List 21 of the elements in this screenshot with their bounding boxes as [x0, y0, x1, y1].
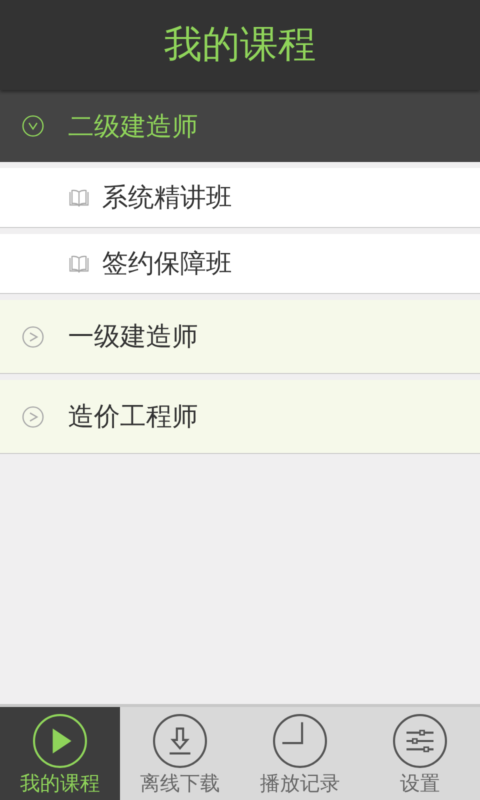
chevron-right-icon	[22, 406, 44, 428]
book-icon	[69, 254, 89, 272]
clock-icon	[273, 714, 327, 768]
course-label: 系统精讲班	[102, 181, 232, 214]
download-icon	[153, 714, 207, 768]
page-title: 我的课程	[164, 22, 316, 68]
chevron-down-icon	[22, 115, 44, 137]
settings-icon	[393, 714, 447, 768]
course-label: 签约保障班	[102, 247, 232, 280]
course-item[interactable]: 签约保障班	[0, 234, 480, 294]
category-label: 一级建造师	[68, 320, 198, 353]
chevron-right-icon	[22, 326, 44, 348]
category-label: 造价工程师	[68, 400, 198, 433]
course-item[interactable]: 系统精讲班	[0, 168, 480, 228]
category-item[interactable]: 一级建造师	[0, 300, 480, 374]
tab-button[interactable]: 我的课程	[0, 707, 120, 800]
book-icon	[69, 188, 89, 206]
category-item[interactable]: 造价工程师	[0, 380, 480, 454]
category-label: 二级建造师	[68, 110, 198, 142]
play-icon	[33, 714, 87, 768]
category-item[interactable]: 二级建造师	[0, 90, 480, 162]
